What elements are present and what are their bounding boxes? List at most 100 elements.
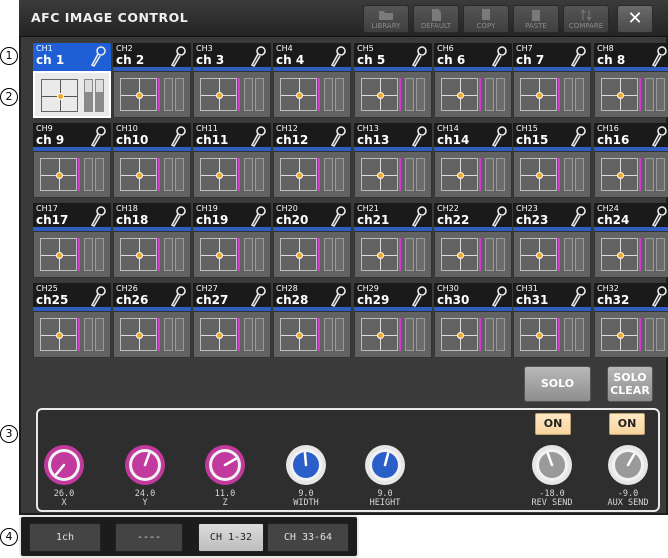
- channel-image-area[interactable]: [273, 151, 351, 198]
- xy-position-pad[interactable]: [120, 158, 157, 191]
- channel-strip[interactable]: CH9 ch 9: [33, 123, 111, 198]
- channel-header[interactable]: CH1 ch 1: [33, 43, 111, 71]
- xy-position-pad[interactable]: [520, 318, 557, 351]
- position-dot[interactable]: [377, 252, 384, 259]
- channel-strip[interactable]: CH10 ch10: [113, 123, 191, 198]
- channel-strip[interactable]: CH14 ch14: [434, 123, 512, 198]
- channel-header[interactable]: CH18 ch18: [113, 203, 191, 231]
- rev-send-on-button[interactable]: ON: [535, 413, 571, 435]
- channel-header[interactable]: CH26 ch26: [113, 283, 191, 311]
- channel-strip[interactable]: CH15 ch15: [513, 123, 591, 198]
- channel-header[interactable]: CH16 ch16: [594, 123, 668, 151]
- xy-position-pad[interactable]: [120, 238, 157, 271]
- position-dot[interactable]: [457, 332, 464, 339]
- position-dot[interactable]: [56, 252, 63, 259]
- height-knob[interactable]: [364, 444, 406, 486]
- position-dot[interactable]: [377, 172, 384, 179]
- xy-position-pad[interactable]: [601, 158, 638, 191]
- channel-image-area[interactable]: [434, 71, 512, 118]
- channel-image-area[interactable]: [594, 71, 668, 118]
- xy-position-pad[interactable]: [200, 78, 237, 111]
- position-dot[interactable]: [56, 172, 63, 179]
- xy-position-pad[interactable]: [520, 78, 557, 111]
- xy-position-pad[interactable]: [601, 78, 638, 111]
- channel-header[interactable]: CH28 ch28: [273, 283, 351, 311]
- channel-strip[interactable]: CH29 ch29: [354, 283, 432, 358]
- channel-header[interactable]: CH24 ch24: [594, 203, 668, 231]
- position-dot[interactable]: [56, 332, 63, 339]
- channel-image-area[interactable]: [594, 311, 668, 358]
- xy-position-pad[interactable]: [41, 79, 78, 112]
- position-dot[interactable]: [296, 172, 303, 179]
- aux-send-on-button[interactable]: ON: [609, 413, 645, 435]
- xy-position-pad[interactable]: [361, 158, 398, 191]
- position-dot[interactable]: [617, 92, 624, 99]
- xy-position-pad[interactable]: [361, 318, 398, 351]
- position-dot[interactable]: [617, 252, 624, 259]
- xy-position-pad[interactable]: [200, 318, 237, 351]
- position-dot[interactable]: [457, 172, 464, 179]
- channel-strip[interactable]: CH19 ch19: [193, 203, 271, 278]
- position-dot[interactable]: [457, 252, 464, 259]
- position-dot[interactable]: [536, 92, 543, 99]
- channel-header[interactable]: CH4 ch 4: [273, 43, 351, 71]
- xy-position-pad[interactable]: [120, 318, 157, 351]
- channel-strip[interactable]: CH18 ch18: [113, 203, 191, 278]
- tab-ch-1-32[interactable]: CH 1-32: [198, 523, 264, 552]
- channel-image-area[interactable]: [113, 71, 191, 118]
- channel-header[interactable]: CH9 ch 9: [33, 123, 111, 151]
- tab-none[interactable]: ----: [115, 523, 183, 552]
- channel-strip[interactable]: CH4 ch 4: [273, 43, 351, 118]
- position-dot[interactable]: [136, 172, 143, 179]
- channel-strip[interactable]: CH21 ch21: [354, 203, 432, 278]
- solo-button[interactable]: SOLO: [524, 366, 591, 402]
- channel-header[interactable]: CH31 ch31: [513, 283, 591, 311]
- channel-header[interactable]: CH5 ch 5: [354, 43, 432, 71]
- channel-header[interactable]: CH2 ch 2: [113, 43, 191, 71]
- channel-strip[interactable]: CH20 ch20: [273, 203, 351, 278]
- xy-position-pad[interactable]: [441, 318, 478, 351]
- xy-position-pad[interactable]: [601, 238, 638, 271]
- channel-strip[interactable]: CH32 ch32: [594, 283, 668, 358]
- channel-strip[interactable]: CH25 ch25: [33, 283, 111, 358]
- channel-image-area[interactable]: [273, 311, 351, 358]
- xy-position-pad[interactable]: [200, 238, 237, 271]
- channel-header[interactable]: CH14 ch14: [434, 123, 512, 151]
- channel-header[interactable]: CH10 ch10: [113, 123, 191, 151]
- position-dot[interactable]: [136, 92, 143, 99]
- z-knob[interactable]: [204, 444, 246, 486]
- channel-image-area[interactable]: [193, 71, 271, 118]
- channel-strip[interactable]: CH8 ch 8: [594, 43, 668, 118]
- xy-position-pad[interactable]: [520, 158, 557, 191]
- channel-image-area[interactable]: [594, 151, 668, 198]
- channel-header[interactable]: CH27 ch27: [193, 283, 271, 311]
- channel-image-area[interactable]: [513, 231, 591, 278]
- channel-strip[interactable]: CH12 ch12: [273, 123, 351, 198]
- channel-strip[interactable]: CH27 ch27: [193, 283, 271, 358]
- tab-ch-33-64[interactable]: CH 33-64: [267, 523, 349, 552]
- channel-image-area[interactable]: [354, 311, 432, 358]
- position-dot[interactable]: [136, 252, 143, 259]
- channel-header[interactable]: CH30 ch30: [434, 283, 512, 311]
- xy-position-pad[interactable]: [361, 238, 398, 271]
- channel-image-area[interactable]: [354, 151, 432, 198]
- channel-header[interactable]: CH12 ch12: [273, 123, 351, 151]
- channel-header[interactable]: CH32 ch32: [594, 283, 668, 311]
- channel-strip[interactable]: CH22 ch22: [434, 203, 512, 278]
- channel-image-area[interactable]: [513, 151, 591, 198]
- channel-header[interactable]: CH15 ch15: [513, 123, 591, 151]
- channel-header[interactable]: CH25 ch25: [33, 283, 111, 311]
- channel-strip[interactable]: CH28 ch28: [273, 283, 351, 358]
- position-dot[interactable]: [617, 332, 624, 339]
- y-knob[interactable]: [124, 444, 166, 486]
- channel-strip[interactable]: CH11 ch11: [193, 123, 271, 198]
- channel-header[interactable]: CH29 ch29: [354, 283, 432, 311]
- channel-header[interactable]: CH11 ch11: [193, 123, 271, 151]
- channel-strip[interactable]: CH1 ch 1: [33, 43, 111, 118]
- channel-strip[interactable]: CH3 ch 3: [193, 43, 271, 118]
- channel-image-area[interactable]: [33, 151, 111, 198]
- channel-header[interactable]: CH20 ch20: [273, 203, 351, 231]
- position-dot[interactable]: [536, 332, 543, 339]
- channel-header[interactable]: CH13 ch13: [354, 123, 432, 151]
- aux-send-knob[interactable]: [607, 444, 649, 486]
